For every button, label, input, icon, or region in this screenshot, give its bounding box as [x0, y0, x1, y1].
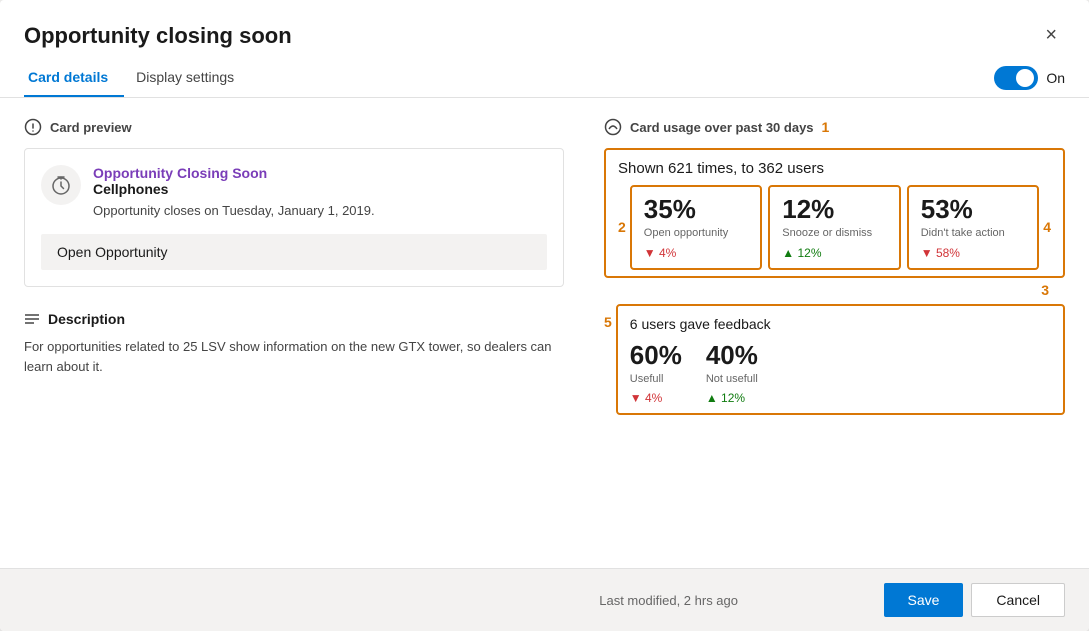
stat-no-action: 53% Didn't take action ▼ 58%: [907, 185, 1039, 270]
annotation-3-label: 3: [1041, 282, 1049, 298]
annotation-4-label: 4: [1043, 219, 1051, 235]
fb-0-pct: 60%: [630, 340, 682, 371]
toggle-area: On: [994, 66, 1065, 90]
description-section: Description For opportunities related to…: [24, 311, 564, 376]
stat-2-label: Didn't take action: [921, 226, 1025, 240]
last-modified-text: Last modified, 2 hrs ago: [454, 593, 884, 608]
stat-1-label: Snooze or dismiss: [782, 226, 886, 240]
stat-1-pct: 12%: [782, 195, 886, 224]
stat-0-label: Open opportunity: [644, 226, 748, 240]
description-icon: [24, 311, 40, 327]
shown-text: Shown 621 times, to 362 users: [618, 160, 1051, 177]
toggle-label: On: [1046, 70, 1065, 86]
description-header: Description: [24, 311, 564, 327]
left-panel: Card preview Opportunity Closing Soon: [24, 118, 564, 548]
feedback-stats: 60% Usefull ▼ 4% 40% Not usefull ▲ 12%: [630, 340, 1051, 405]
on-off-toggle[interactable]: [994, 66, 1038, 90]
fb-1-label: Not usefull: [706, 373, 758, 385]
stat-1-change: ▲ 12%: [782, 246, 886, 260]
fb-1-change: ▲ 12%: [706, 391, 758, 405]
tab-card-details[interactable]: Card details: [24, 59, 124, 97]
feedback-box: 6 users gave feedback 60% Usefull ▼ 4% 4…: [616, 304, 1065, 415]
card-timer-icon: [41, 165, 81, 205]
cancel-button[interactable]: Cancel: [971, 583, 1065, 617]
card-inner: Opportunity Closing Soon Cellphones Oppo…: [41, 165, 547, 218]
modal-footer: Last modified, 2 hrs ago Save Cancel: [0, 568, 1089, 631]
card-preview-box: Opportunity Closing Soon Cellphones Oppo…: [24, 148, 564, 287]
usage-title: Card usage over past 30 days: [630, 120, 814, 135]
card-date: Opportunity closes on Tuesday, January 1…: [93, 203, 375, 218]
tabs-bar: Card details Display settings On: [0, 59, 1089, 98]
stats-row: 35% Open opportunity ▼ 4% 12% Snooze or …: [630, 185, 1039, 270]
right-panel: Card usage over past 30 days 1 Shown 621…: [604, 118, 1065, 548]
stat-2-pct: 53%: [921, 195, 1025, 224]
usage-header: Card usage over past 30 days 1: [604, 118, 1065, 136]
card-preview-section-label: Card preview: [24, 118, 564, 136]
save-button[interactable]: Save: [884, 583, 964, 617]
card-company: Cellphones: [93, 181, 375, 197]
close-button[interactable]: ×: [1037, 20, 1065, 51]
usage-icon: [604, 118, 622, 136]
feedback-stat-not-useful: 40% Not usefull ▲ 12%: [706, 340, 758, 405]
feedback-stat-useful: 60% Usefull ▼ 4%: [630, 340, 682, 405]
tab-display-settings[interactable]: Display settings: [132, 59, 250, 97]
card-opportunity-title: Opportunity Closing Soon: [93, 165, 375, 181]
card-text-block: Opportunity Closing Soon Cellphones Oppo…: [93, 165, 375, 218]
modal-header: Opportunity closing soon ×: [0, 0, 1089, 51]
stat-0-change: ▼ 4%: [644, 246, 748, 260]
stat-0-pct: 35%: [644, 195, 748, 224]
modal-body: Card preview Opportunity Closing Soon: [0, 98, 1089, 548]
fb-1-pct: 40%: [706, 340, 758, 371]
annotation-5-label: 5: [604, 314, 612, 330]
stat-2-change: ▼ 58%: [921, 246, 1025, 260]
fb-0-change: ▼ 4%: [630, 391, 682, 405]
description-label: Description: [48, 311, 125, 327]
stat-snooze: 12% Snooze or dismiss ▲ 12%: [768, 185, 900, 270]
annotation-2-label: 2: [618, 219, 626, 235]
feedback-title: 6 users gave feedback: [630, 316, 1051, 332]
fb-0-label: Usefull: [630, 373, 682, 385]
open-opportunity-button[interactable]: Open Opportunity: [41, 234, 547, 270]
usage-stats-box: Shown 621 times, to 362 users 2 35% Open…: [604, 148, 1065, 278]
stat-open-opportunity: 35% Open opportunity ▼ 4%: [630, 185, 762, 270]
preview-icon: [24, 118, 42, 136]
description-text: For opportunities related to 25 LSV show…: [24, 337, 564, 376]
footer-buttons: Save Cancel: [884, 583, 1066, 617]
modal-container: Opportunity closing soon × Card details …: [0, 0, 1089, 631]
modal-title: Opportunity closing soon: [24, 23, 292, 49]
card-preview-label: Card preview: [50, 120, 132, 135]
annotation-1-label: 1: [822, 119, 830, 135]
